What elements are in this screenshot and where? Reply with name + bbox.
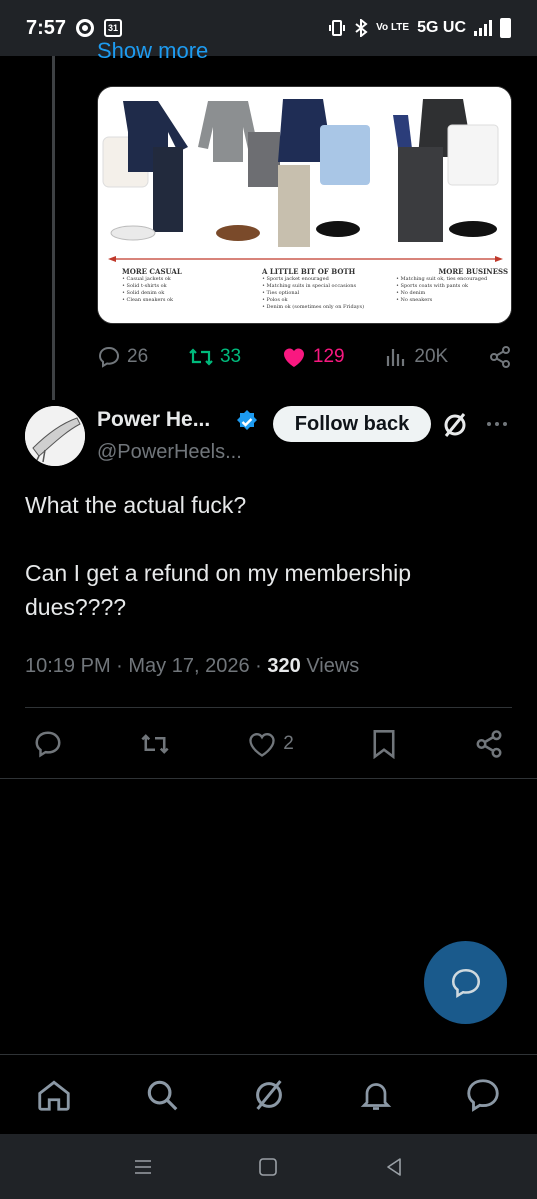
outfit-comparison-image[interactable]: MORE CASUAL • Casual jackets ok • Solid … — [97, 86, 512, 324]
views-count: 20K — [414, 346, 449, 367]
reply-button[interactable]: 26 — [97, 345, 148, 369]
search-icon[interactable] — [143, 1076, 181, 1114]
status-time: 7:57 — [26, 16, 67, 39]
like-count: 2 — [283, 733, 294, 754]
home-icon[interactable] — [35, 1076, 73, 1114]
network-type: 5G UC — [417, 19, 466, 36]
like-count: 129 — [312, 346, 345, 367]
system-navigation-bar — [0, 1134, 537, 1199]
caption-item: • Polos ok — [262, 297, 288, 303]
verified-badge-icon — [237, 410, 257, 430]
heart-filled-icon — [283, 348, 304, 367]
tweet-meta: 10:19 PM · May 17, 2026 · 320 Views — [25, 655, 359, 678]
display-name[interactable]: Power He... — [97, 408, 210, 432]
more-options-icon[interactable] — [485, 412, 509, 436]
bluetooth-icon — [355, 19, 368, 37]
caption-item: • Sports jacket enouraged — [262, 276, 329, 282]
retweet-count: 33 — [219, 346, 242, 367]
bottom-nav — [0, 1054, 537, 1134]
like-button[interactable]: 2 — [247, 730, 294, 758]
media-caption-col-business: MORE BUSINESS • Matching suit ok, ties e… — [396, 267, 508, 304]
share-icon — [489, 346, 510, 368]
avatar[interactable] — [25, 406, 85, 466]
notification-dot-icon — [76, 19, 95, 37]
reply-icon — [35, 731, 61, 758]
follow-back-button[interactable]: Follow back — [273, 406, 431, 442]
caption-heading: MORE CASUAL — [122, 267, 182, 276]
bookmark-button[interactable] — [371, 729, 397, 759]
caption-heading: A LITTLE BIT OF BOTH — [262, 267, 356, 276]
caption-item: • Matching suits in special occasions — [262, 283, 357, 289]
home-button-icon[interactable] — [257, 1156, 279, 1178]
vibrate-icon — [329, 20, 346, 36]
retweet-icon — [141, 734, 169, 754]
avatar-image — [25, 406, 85, 466]
thread-connector-line — [52, 56, 55, 400]
notifications-bell-icon[interactable] — [358, 1076, 394, 1114]
retweet-button[interactable]: 33 — [188, 345, 241, 369]
caption-item: • Solid t-shirts ok — [122, 283, 167, 289]
views-label: Views — [306, 655, 360, 677]
heart-icon — [249, 733, 275, 757]
media-caption-col-casual: MORE CASUAL • Casual jackets ok • Solid … — [122, 267, 232, 304]
tweet-date[interactable]: May 17, 2026 — [128, 655, 249, 677]
status-bar: 7:57 31 Vo LTE 5G UC — [0, 0, 537, 56]
caption-heading: MORE BUSINESS — [438, 267, 508, 276]
divider — [25, 707, 512, 708]
tweet-text-line: What the actual fuck? — [25, 492, 247, 518]
retweet-button[interactable] — [140, 730, 170, 758]
share-button[interactable] — [474, 729, 504, 759]
tweet-text-line: Can I get a refund on my membership dues… — [25, 560, 412, 620]
media-caption-col-both: A LITTLE BIT OF BOTH • Sports jacket eno… — [262, 267, 392, 311]
meta-separator: · — [116, 655, 129, 677]
bookmark-icon — [373, 730, 395, 759]
messages-icon[interactable] — [464, 1076, 502, 1114]
quoted-action-bar: 26 33 129 20K — [97, 340, 512, 374]
reply-icon — [98, 346, 120, 368]
reply-count: 26 — [127, 346, 149, 367]
caption-item: • No sneakers — [396, 297, 433, 303]
grok-icon[interactable] — [250, 1076, 288, 1114]
caption-item: • Ties optional — [262, 290, 300, 296]
views-count: 320 — [267, 655, 301, 677]
back-icon[interactable] — [382, 1155, 406, 1179]
chat-bubble-icon — [451, 968, 480, 998]
tweet-text: What the actual fuck? Can I get a refund… — [25, 488, 515, 658]
caption-item: • Casual jackets ok — [122, 276, 171, 282]
views-button[interactable]: 20K — [384, 345, 448, 369]
caption-item: • Matching suit ok, ties encouraged — [396, 276, 488, 282]
share-icon — [476, 730, 502, 758]
calendar-icon: 31 — [104, 19, 123, 37]
tweet-action-bar: 2 — [25, 724, 512, 764]
grok-icon[interactable] — [440, 410, 470, 440]
caption-item: • Solid denim ok — [122, 290, 165, 296]
recent-apps-icon[interactable] — [131, 1155, 155, 1179]
volte-icon: Vo LTE — [376, 22, 410, 33]
user-handle[interactable]: @PowerHeels... — [97, 441, 242, 464]
show-more-link[interactable]: Show more — [97, 38, 208, 62]
caption-item: • Clean sneakers ok — [122, 297, 174, 303]
signal-icon — [474, 20, 492, 36]
caption-item: • No denim — [396, 290, 426, 296]
caption-item: • Sports coats with pants ok — [396, 283, 468, 289]
retweet-icon — [189, 348, 213, 366]
views-icon — [387, 349, 405, 366]
share-button[interactable] — [488, 345, 512, 369]
like-button[interactable]: 129 — [281, 345, 345, 369]
divider — [0, 778, 537, 779]
tweet-time[interactable]: 10:19 PM — [25, 655, 111, 677]
caption-item: • Denim ok (sometimes only on Fridays) — [262, 304, 365, 310]
meta-separator: · — [255, 655, 268, 677]
reply-button[interactable] — [33, 729, 63, 759]
compose-message-button[interactable] — [424, 941, 507, 1024]
battery-icon — [500, 18, 511, 38]
